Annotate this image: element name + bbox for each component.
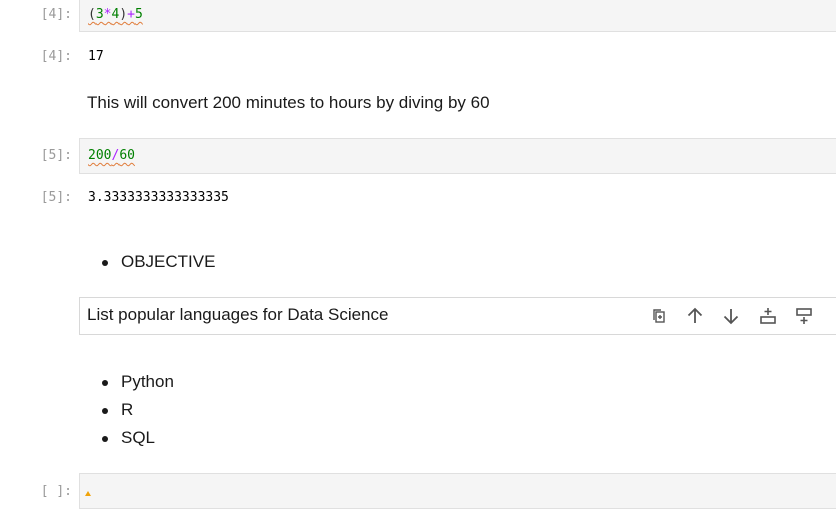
list-item: Python [100, 372, 174, 400]
code-token: 3 [95, 7, 104, 22]
code-token: ( [88, 7, 96, 22]
insert-above-icon[interactable] [757, 305, 779, 327]
code-token: + [127, 7, 135, 22]
move-up-icon[interactable] [684, 305, 706, 327]
input-prompt-5: [5]: [40, 148, 72, 163]
list-item: SQL [100, 428, 174, 456]
markdown-edit-text[interactable]: List popular languages for Data Science [87, 305, 388, 325]
markdown-edit-cell[interactable]: List popular languages for Data Science [79, 297, 836, 335]
output-prompt-4: [4]: [40, 49, 72, 64]
markdown-list-languages: Python R SQL [100, 372, 174, 456]
code-token: 200 [88, 148, 112, 163]
output-prompt-5: [5]: [40, 190, 72, 205]
code-input-5[interactable]: 200/60 [88, 148, 135, 164]
insert-below-icon[interactable] [793, 305, 815, 327]
empty-code-cell[interactable] [79, 473, 836, 509]
duplicate-icon[interactable] [648, 305, 670, 327]
output-4: 17 [88, 49, 104, 64]
markdown-list-objective: OBJECTIVE [100, 252, 215, 280]
input-prompt-empty: [ ]: [40, 484, 72, 499]
output-5: 3.3333333333333335 [88, 190, 229, 205]
markdown-text: This will convert 200 minutes to hours b… [87, 93, 490, 112]
move-down-icon[interactable] [720, 305, 742, 327]
warning-icon [85, 491, 91, 496]
notebook: [4]: (3*4)+5 [4]: 17 This will convert 2… [0, 0, 836, 513]
code-input-4[interactable]: (3*4)+5 [88, 7, 143, 23]
code-token: 60 [119, 148, 135, 163]
input-prompt-4: [4]: [40, 7, 72, 22]
code-cell-5[interactable]: 200/60 [79, 138, 836, 174]
code-token: ) [119, 7, 128, 22]
code-token: 5 [134, 7, 143, 22]
list-item: OBJECTIVE [100, 252, 215, 280]
code-cell-4[interactable]: (3*4)+5 [79, 0, 836, 32]
list-item: R [100, 400, 174, 428]
